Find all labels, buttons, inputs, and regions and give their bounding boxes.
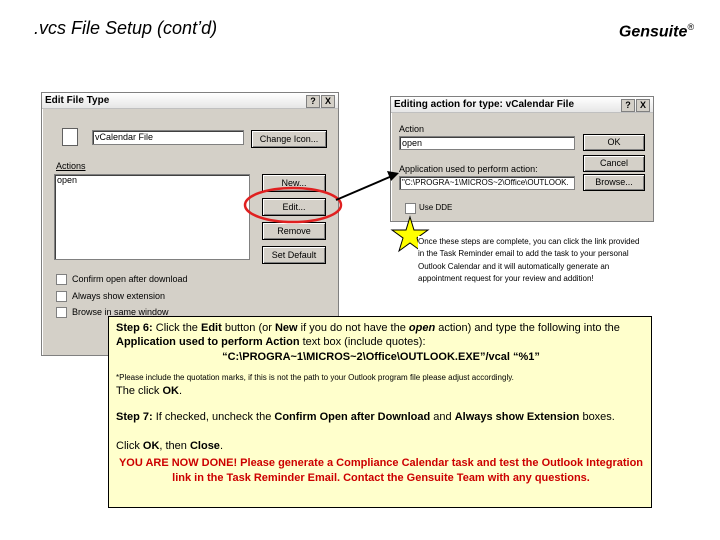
done-message: YOU ARE NOW DONE! Please generate a Comp…	[118, 457, 644, 484]
step7-text: Step 7: If checked, uncheck the Confirm …	[116, 410, 646, 424]
step7-text-a: If checked, uncheck the	[152, 411, 275, 423]
step6-label: Step 6:	[116, 322, 153, 334]
step6-text-a: Click the	[152, 322, 201, 334]
step7-click-a: Click	[116, 440, 143, 452]
footnote: *Please include the quotation marks, if …	[116, 373, 514, 382]
step6-new: New	[274, 322, 298, 334]
click-ok-b: OK	[162, 385, 179, 397]
pointer-arrow	[335, 175, 393, 201]
step7-label: Step 7:	[116, 411, 153, 423]
step7-click-text: Click OK, then Close.	[116, 440, 223, 452]
step7-confirm: Confirm Open after Download	[274, 411, 431, 423]
step7-click-c: .	[219, 440, 223, 452]
step6-app: Application used to perform Action	[116, 336, 300, 348]
step6-text-b: button (or	[221, 322, 275, 334]
step6-edit: Edit	[200, 322, 222, 334]
step7-always: Always show Extension	[454, 411, 580, 423]
step6-open: open	[408, 322, 436, 334]
step7-close: Close	[189, 440, 220, 452]
instructions-box: Step 6: Click the Edit button (or New if…	[108, 316, 652, 508]
highlight-circle	[243, 186, 343, 224]
click-ok-a: The click	[116, 385, 163, 397]
step7-text-b: and	[430, 411, 455, 423]
step7-text-c: boxes.	[579, 411, 615, 423]
step6-text-d: action) and type the following into the	[435, 322, 620, 334]
command-text: “C:\PROGRA~1\MICROS~2\Office\OUTLOOK.EXE…	[222, 351, 540, 363]
step7-ok: OK	[142, 440, 160, 452]
click-ok-c: .	[178, 385, 183, 397]
step7-click-b: , then	[159, 440, 190, 452]
arrow-head-icon	[387, 171, 399, 181]
step6-text-e: text box (include quotes):	[299, 336, 426, 348]
step6-text: Step 6: Click the Edit button (or New if…	[116, 321, 646, 349]
click-ok-text: The click OK.	[116, 385, 182, 397]
completion-note: Once these steps are complete, you can c…	[418, 236, 644, 286]
step6-text-c: if you do not have the	[297, 322, 409, 334]
